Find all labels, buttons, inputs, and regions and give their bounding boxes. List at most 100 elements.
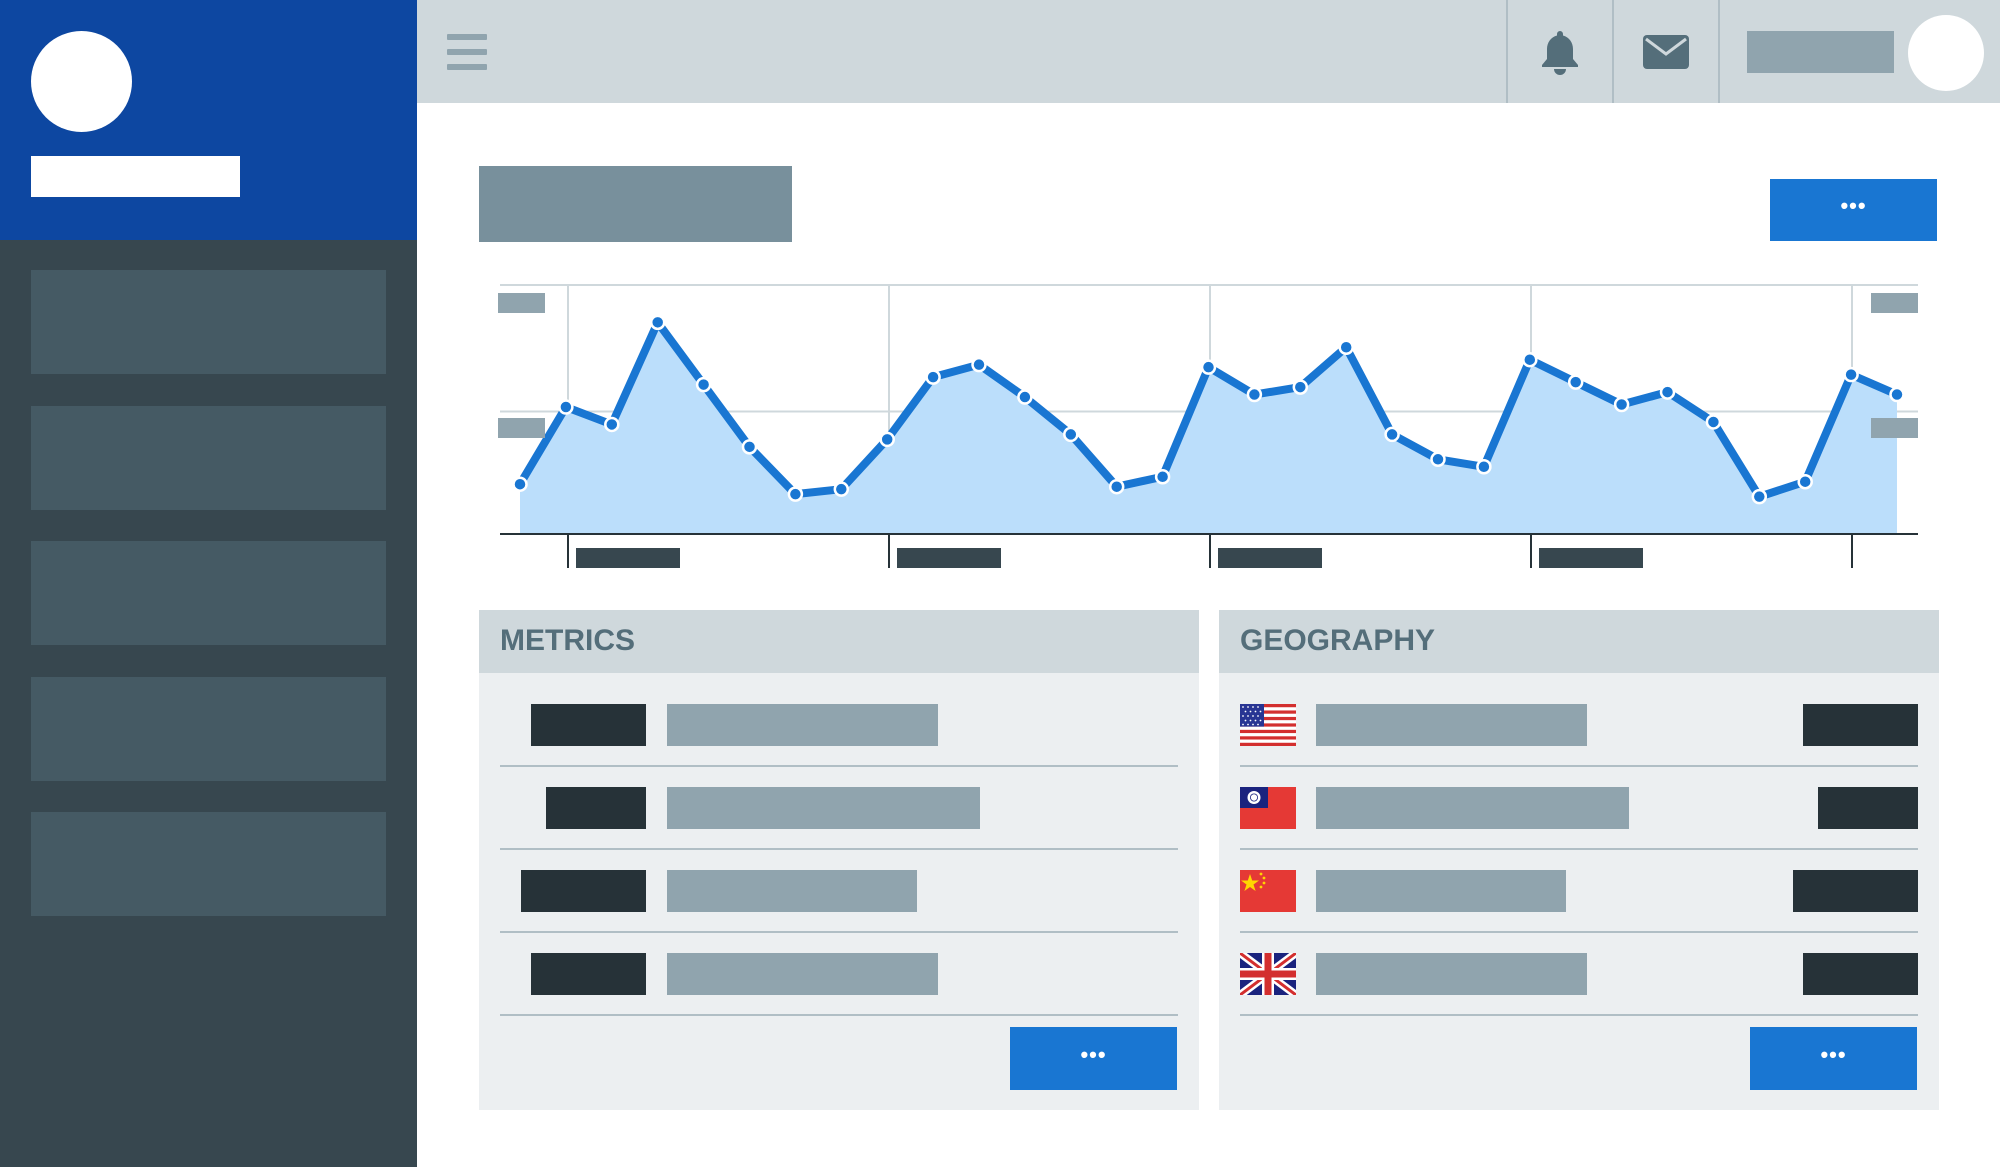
- country-value: [1803, 953, 1918, 995]
- country-label: [1316, 787, 1629, 829]
- dashboard-app: ••• METRICS ••• GEOGRAPHY •••: [0, 0, 2000, 1167]
- country-value: [1803, 704, 1918, 746]
- metrics-row[interactable]: [500, 684, 1178, 767]
- data-point: [1430, 451, 1446, 468]
- data-point: [1476, 459, 1492, 475]
- metrics-title: METRICS: [500, 624, 635, 657]
- data-point: [558, 399, 574, 415]
- metric-label: [667, 870, 917, 912]
- data-point: [649, 314, 666, 331]
- chart-area: [520, 322, 1897, 534]
- sidebar-item-5[interactable]: [31, 812, 386, 916]
- data-point: [971, 356, 987, 373]
- uk-flag-icon: [1240, 953, 1296, 995]
- metrics-more-button[interactable]: •••: [1010, 1027, 1177, 1090]
- data-point: [1705, 414, 1722, 430]
- sidebar-item-1[interactable]: [31, 270, 386, 374]
- metric-label: [667, 704, 938, 746]
- metric-value: [531, 704, 646, 746]
- country-label: [1316, 704, 1587, 746]
- user-avatar[interactable]: [1908, 15, 1984, 91]
- chart-svg: [500, 284, 1918, 568]
- geography-more-button[interactable]: •••: [1750, 1027, 1917, 1090]
- country-value: [1818, 787, 1918, 829]
- data-point: [925, 369, 941, 385]
- geography-panel: GEOGRAPHY •••: [1219, 610, 1939, 1110]
- data-point: [1613, 396, 1630, 413]
- metrics-panel-header: METRICS: [479, 610, 1199, 673]
- data-point: [1384, 426, 1400, 443]
- data-point: [1797, 473, 1813, 490]
- metric-value: [531, 953, 646, 995]
- activity-chart: [479, 270, 1939, 580]
- data-point: [512, 476, 528, 492]
- metric-value: [546, 787, 646, 829]
- sidebar: [0, 0, 417, 1167]
- notifications-button[interactable]: [1508, 0, 1612, 103]
- menu-icon[interactable]: [447, 34, 487, 70]
- country-label: [1316, 870, 1566, 912]
- more-label: •••: [1080, 1041, 1107, 1067]
- data-point: [1889, 386, 1905, 403]
- data-point: [879, 431, 895, 448]
- sidebar-item-2[interactable]: [31, 406, 386, 510]
- y-tick-label: [498, 418, 545, 438]
- china-flag-icon: [1240, 870, 1296, 912]
- data-point: [833, 481, 850, 497]
- data-point: [1338, 339, 1354, 355]
- more-label: •••: [1820, 1041, 1847, 1067]
- divider: [1240, 1014, 1918, 1016]
- data-point: [1017, 389, 1033, 405]
- messages-button[interactable]: [1614, 0, 1718, 103]
- data-point: [1659, 384, 1676, 400]
- mail-icon: [1643, 34, 1689, 69]
- sidebar-item-3[interactable]: [31, 541, 386, 645]
- geography-title: GEOGRAPHY: [1240, 624, 1436, 657]
- more-label: •••: [1840, 193, 1867, 218]
- brand-logo[interactable]: [31, 31, 132, 132]
- data-point: [1567, 374, 1584, 390]
- geography-panel-header: GEOGRAPHY: [1219, 610, 1939, 673]
- sidebar-header: [0, 0, 417, 240]
- y-tick-label: [1871, 418, 1918, 438]
- divider: [500, 1014, 1178, 1016]
- x-tick-label: [576, 548, 680, 568]
- x-tick-label: [897, 548, 1001, 568]
- data-point: [1522, 351, 1538, 368]
- data-point: [741, 439, 758, 455]
- metrics-row[interactable]: [500, 850, 1178, 933]
- taiwan-flag-icon: [1240, 787, 1296, 829]
- metric-value: [521, 870, 646, 912]
- us-flag-icon: [1240, 704, 1296, 746]
- metrics-row[interactable]: [500, 933, 1178, 1016]
- country-label: [1316, 953, 1587, 995]
- y-tick-label: [498, 293, 545, 313]
- metric-label: [667, 787, 980, 829]
- metric-label: [667, 953, 938, 995]
- data-point: [604, 416, 620, 433]
- brand-name-placeholder: [31, 156, 240, 197]
- data-point: [787, 486, 804, 502]
- geography-row-tw[interactable]: [1240, 767, 1918, 850]
- page-more-button[interactable]: •••: [1770, 179, 1937, 241]
- country-value: [1793, 870, 1918, 912]
- sidebar-item-4[interactable]: [31, 677, 386, 781]
- bell-icon: [1542, 30, 1578, 75]
- page-title-placeholder: [479, 166, 792, 242]
- data-point: [1843, 366, 1859, 383]
- metrics-row[interactable]: [500, 767, 1178, 850]
- data-point: [1246, 386, 1263, 403]
- metrics-panel: METRICS •••: [479, 610, 1199, 1110]
- data-point: [695, 376, 712, 393]
- x-tick-label: [1218, 548, 1322, 568]
- geography-row-uk[interactable]: [1240, 933, 1918, 1016]
- x-tick-label: [1539, 548, 1643, 568]
- data-point: [1063, 426, 1079, 443]
- data-point: [1292, 379, 1309, 395]
- user-name-placeholder[interactable]: [1747, 31, 1894, 73]
- geography-row-cn[interactable]: [1240, 850, 1918, 933]
- data-point: [1751, 488, 1768, 505]
- data-point: [1200, 359, 1217, 375]
- geography-row-us[interactable]: [1240, 684, 1918, 767]
- data-point: [1108, 478, 1125, 495]
